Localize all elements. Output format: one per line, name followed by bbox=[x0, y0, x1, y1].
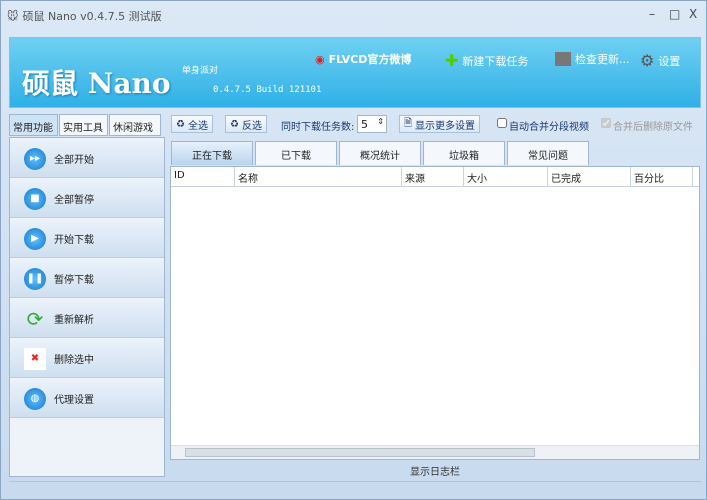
plus-icon: ✚ bbox=[445, 51, 459, 70]
check-update-button[interactable]: 检查更新... bbox=[555, 51, 630, 67]
pause-download-button[interactable]: ❚❚ 暂停下载 bbox=[10, 260, 164, 298]
weibo-icon: ◉ bbox=[315, 52, 325, 66]
delete-icon: ✖ bbox=[24, 347, 46, 370]
close-button[interactable]: X bbox=[689, 7, 697, 21]
column-percent[interactable]: 百分比 bbox=[631, 167, 693, 186]
status-bar bbox=[9, 481, 701, 495]
more-settings-button[interactable]: 🗎 显示更多设置 bbox=[399, 115, 481, 133]
refresh-icon: ⟳ bbox=[26, 306, 44, 331]
select-all-button[interactable]: ♻ 全选 bbox=[171, 115, 213, 133]
tab-common-functions[interactable]: 常用功能 bbox=[9, 114, 58, 136]
globe-icon: ◍ bbox=[24, 387, 46, 410]
update-icon bbox=[555, 52, 571, 66]
start-all-button[interactable]: ▸▸ 全部开始 bbox=[10, 140, 164, 178]
tab-downloaded[interactable]: 已下载 bbox=[255, 141, 337, 165]
tab-statistics[interactable]: 概况统计 bbox=[339, 141, 421, 165]
delete-after-merge-checkbox[interactable]: 合并后删除原文件 bbox=[601, 118, 693, 133]
logo: 硕鼠 Nano bbox=[22, 67, 171, 100]
pause-all-button[interactable]: ■ 全部暂停 bbox=[10, 180, 164, 218]
column-source[interactable]: 来源 bbox=[402, 167, 464, 186]
settings-button[interactable]: ⚙ 设置 bbox=[640, 51, 680, 70]
pause-icon: ❚❚ bbox=[24, 267, 46, 290]
play-icon: ▶ bbox=[24, 227, 46, 250]
app-window: 🐭 硕鼠 Nano v0.4.7.5 测试版 – □ X 硕鼠 Nano 单身派对… bbox=[0, 0, 707, 500]
proxy-settings-button[interactable]: ◍ 代理设置 bbox=[10, 380, 164, 418]
document-icon: 🗎 bbox=[404, 117, 413, 129]
concurrent-label: 同时下载任务数: bbox=[281, 122, 355, 133]
scrollbar-thumb[interactable] bbox=[185, 448, 535, 457]
select-icon: ♻ bbox=[176, 118, 185, 130]
reparse-button[interactable]: ⟳ 重新解析 bbox=[10, 300, 164, 338]
concurrent-stepper[interactable]: 5 ⇕ bbox=[357, 115, 387, 133]
minimize-button[interactable]: – bbox=[649, 7, 655, 21]
weibo-link[interactable]: ◉ FLVCD官方微博 bbox=[315, 51, 411, 67]
title-bar: 🐭 硕鼠 Nano v0.4.7.5 测试版 bbox=[7, 7, 162, 25]
column-name[interactable]: 名称 bbox=[235, 167, 402, 186]
invert-icon: ♻ bbox=[230, 118, 239, 130]
delete-after-merge-check[interactable] bbox=[601, 118, 611, 128]
window-title: 硕鼠 Nano v0.4.7.5 测试版 bbox=[22, 10, 162, 23]
fast-forward-icon: ▸▸ bbox=[24, 147, 46, 170]
tab-utilities[interactable]: 实用工具 bbox=[59, 114, 108, 136]
spinner-icon[interactable]: ⇕ bbox=[377, 117, 384, 126]
gear-icon: ⚙ bbox=[640, 51, 655, 70]
maximize-button[interactable]: □ bbox=[669, 7, 680, 21]
horizontal-scrollbar[interactable] bbox=[171, 445, 699, 459]
new-task-button[interactable]: ✚ 新建下载任务 bbox=[445, 51, 528, 70]
app-icon: 🐭 bbox=[7, 9, 19, 23]
stop-icon: ■ bbox=[24, 187, 46, 210]
build-label: 0.4.7.5 Build 121101 bbox=[213, 85, 322, 95]
auto-merge-check[interactable] bbox=[497, 118, 507, 128]
tab-trash[interactable]: 垃圾箱 bbox=[423, 141, 505, 165]
tagline: 单身派对 bbox=[182, 66, 219, 76]
column-id[interactable]: ID bbox=[171, 167, 235, 186]
show-log-toggle[interactable]: 显示日志栏 bbox=[170, 463, 700, 478]
start-download-button[interactable]: ▶ 开始下载 bbox=[10, 220, 164, 258]
banner: 硕鼠 Nano 单身派对 0.4.7.5 Build 121101 ◉ FLVCD… bbox=[9, 37, 701, 108]
delete-selected-button[interactable]: ✖ 删除选中 bbox=[10, 340, 164, 378]
column-completed[interactable]: 已完成 bbox=[548, 167, 631, 186]
action-panel: ▸▸ 全部开始 ■ 全部暂停 ▶ 开始下载 ❚❚ 暂停下载 ⟳ 重新解析 ✖ 删除选中 ◍ 代… bbox=[9, 137, 165, 477]
column-size[interactable]: 大小 bbox=[464, 167, 548, 186]
tab-downloading[interactable]: 正在下载 bbox=[171, 141, 253, 165]
auto-merge-checkbox[interactable]: 自动合并分段视频 bbox=[497, 118, 589, 133]
tab-faq[interactable]: 常见问题 bbox=[507, 141, 589, 165]
download-table: ID 名称 来源 大小 已完成 百分比 bbox=[170, 166, 700, 460]
tab-games[interactable]: 休闲游戏 bbox=[109, 114, 161, 136]
invert-selection-button[interactable]: ♻ 反选 bbox=[225, 115, 267, 133]
